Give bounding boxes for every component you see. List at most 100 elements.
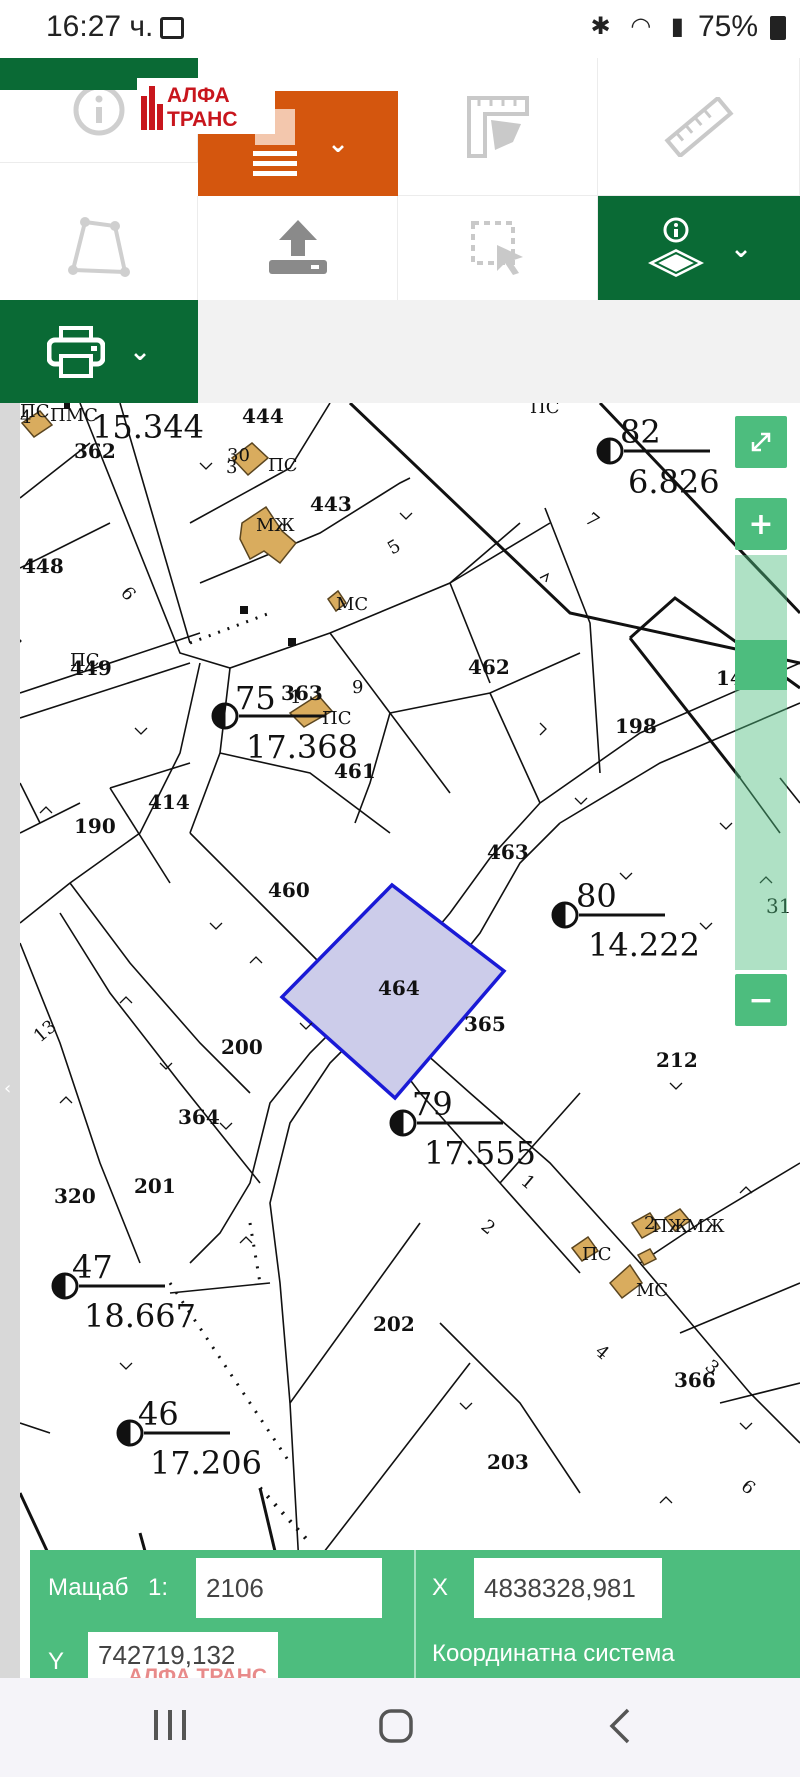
building-label: ПЖ xyxy=(652,1216,689,1237)
building-label: ПС xyxy=(322,708,351,729)
panel-divider xyxy=(414,1550,416,1678)
parcel-label: 448 xyxy=(22,554,64,578)
battery-icon xyxy=(770,16,786,40)
x-label: X xyxy=(432,1574,449,1601)
building-label: МС xyxy=(636,1280,668,1301)
polygon-icon xyxy=(67,217,130,277)
street-number: 2 xyxy=(644,1213,655,1234)
upload-icon xyxy=(268,220,327,274)
parcel-label: 200 xyxy=(221,1035,263,1059)
marker-elevation: 6.826 xyxy=(628,463,720,501)
chevron-left-icon[interactable]: ‹ xyxy=(4,1078,11,1099)
parcel-label: 414 xyxy=(148,790,190,814)
building-logo-icon xyxy=(141,86,163,130)
marker-number: 46 xyxy=(138,1395,179,1433)
cadastral-map[interactable]: 444 443 362 448 449 363 461 462 198 142 … xyxy=(20,403,800,1678)
info-icon xyxy=(73,84,124,136)
system-navigation-bar xyxy=(0,1678,800,1777)
building-label: ПС xyxy=(70,650,99,671)
recent-apps-icon[interactable] xyxy=(152,1708,188,1742)
zoom-in-button[interactable]: + xyxy=(735,498,787,550)
marker-elevation: 14.222 xyxy=(588,926,700,964)
marker-number: 82 xyxy=(620,413,661,451)
select-area-button[interactable] xyxy=(398,196,598,301)
x-coordinate-input[interactable]: 4838328,981 xyxy=(474,1558,662,1618)
marker-elevation: 17.555 xyxy=(424,1134,536,1172)
print-dropdown-button[interactable]: ⌄ xyxy=(0,300,198,403)
home-icon[interactable] xyxy=(378,1708,414,1744)
fullscreen-button[interactable] xyxy=(735,416,787,468)
ruler-area-icon xyxy=(466,95,529,158)
building-label: ПС xyxy=(530,403,559,418)
side-drawer-handle[interactable] xyxy=(0,403,20,1678)
street-number: 7 xyxy=(581,509,603,532)
battery-percent: 75% xyxy=(697,10,758,43)
parcel-label: 462 xyxy=(468,655,510,679)
layer-info-dropdown-button[interactable]: ⌄ xyxy=(598,196,800,301)
marker-number: 79 xyxy=(412,1085,453,1123)
parcel-label: 443 xyxy=(310,492,352,516)
marker-number: 75 xyxy=(235,679,276,717)
polygon-tool-button[interactable] xyxy=(0,196,198,301)
marker-elevation: 17.368 xyxy=(246,728,358,766)
y-label: Y xyxy=(48,1648,65,1675)
marker-elevation: 18.667 xyxy=(84,1297,196,1335)
toolbar-empty-area xyxy=(198,300,800,403)
zoom-slider-track[interactable] xyxy=(735,555,787,970)
street-number: 1 xyxy=(290,687,301,708)
area-measure-button[interactable] xyxy=(398,58,598,196)
street-number: 9 xyxy=(352,677,363,698)
map-toolbar: ⌄ ⌄ ⌄ xyxy=(0,58,800,403)
marker-elevation: 15.344 xyxy=(92,408,204,446)
street-number: 3 xyxy=(226,457,237,478)
parcel-label: 464 xyxy=(378,976,420,1000)
parcel-label: 364 xyxy=(178,1105,220,1129)
building-label: МЖ xyxy=(686,1216,725,1237)
parcel-label: 363 xyxy=(281,681,323,705)
scale-label: Мащаб xyxy=(48,1574,129,1601)
distance-measure-button[interactable] xyxy=(598,58,800,196)
building-label: МЖ xyxy=(256,515,295,536)
chevron-down-icon: ⌄ xyxy=(129,336,151,367)
building-label: ПМС xyxy=(50,405,98,426)
coordinate-system-label[interactable]: Координатна система xyxy=(432,1640,675,1668)
street-number: 6 xyxy=(116,583,139,605)
connectivity-icons: ✱ ◠ ▮ xyxy=(590,12,690,40)
street-number: 5 xyxy=(384,535,404,559)
parcel-label: 190 xyxy=(74,814,116,838)
status-time: 16:27 ч. xyxy=(46,10,154,43)
parcel-label: 444 xyxy=(242,404,284,428)
street-number: 4 xyxy=(20,407,31,428)
marker-number: 80 xyxy=(576,877,617,915)
street-number: 1 xyxy=(517,1171,539,1194)
street-number: 6 xyxy=(737,1476,759,1499)
marker-number: 47 xyxy=(72,1248,113,1286)
chevron-down-icon: ⌄ xyxy=(730,233,752,264)
chevron-down-icon: ⌄ xyxy=(327,128,349,159)
scale-input[interactable]: 2106 xyxy=(196,1558,382,1618)
parcel-label: 320 xyxy=(54,1184,96,1208)
parcel-label: 202 xyxy=(373,1312,415,1336)
parcel-label: 203 xyxy=(487,1450,529,1474)
zoom-out-button[interactable]: − xyxy=(735,974,787,1026)
upload-button[interactable] xyxy=(198,196,398,301)
parcel-label: 198 xyxy=(615,714,657,738)
marker-elevation: 17.206 xyxy=(150,1444,262,1482)
parcel-label: 463 xyxy=(487,840,529,864)
parcel-label: 365 xyxy=(464,1012,506,1036)
select-region-icon xyxy=(470,221,523,275)
expand-icon xyxy=(751,432,771,452)
company-logo: АЛФА ТРАНС xyxy=(137,78,275,134)
status-bar: 16:27 ч. ✱ ◠ ▮ 75% xyxy=(0,0,800,58)
back-icon[interactable] xyxy=(608,1708,632,1744)
logo-text: АЛФА ТРАНС xyxy=(167,84,238,131)
building-label: ПС xyxy=(582,1244,611,1265)
scale-prefix: 1: xyxy=(148,1574,169,1601)
building-label: МС xyxy=(336,594,368,615)
ruler-icon xyxy=(663,96,734,157)
street-number: 2 xyxy=(477,1216,499,1239)
zoom-slider-thumb[interactable] xyxy=(735,640,787,690)
layer-info-icon xyxy=(648,217,705,277)
building-label: ПС xyxy=(268,455,297,476)
parcel-label: 460 xyxy=(268,878,310,902)
